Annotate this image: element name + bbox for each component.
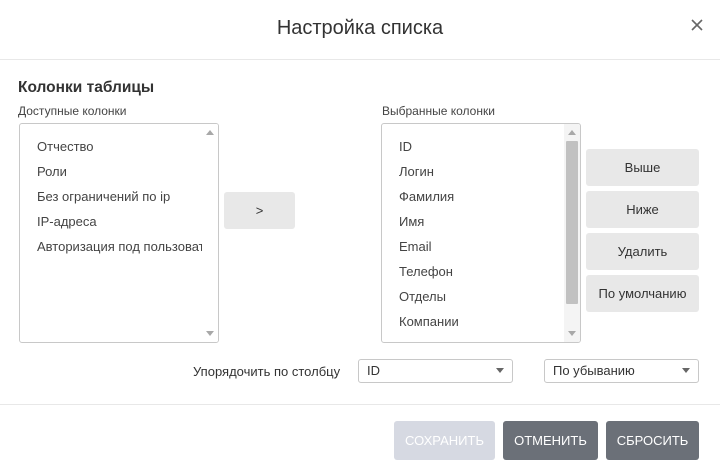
close-button[interactable] xyxy=(686,14,708,36)
move-down-button[interactable]: Ниже xyxy=(586,191,699,228)
available-item[interactable]: Без ограничений по ip xyxy=(20,184,202,209)
arrow-up-icon[interactable] xyxy=(206,130,214,135)
available-item[interactable]: Роли xyxy=(20,159,202,184)
dialog-title: Настройка списка xyxy=(276,17,444,39)
arrow-up-icon[interactable] xyxy=(568,130,576,135)
dialog-header: Настройка списка xyxy=(0,0,720,60)
delete-button[interactable]: Удалить xyxy=(586,233,699,270)
move-up-button[interactable]: Выше xyxy=(586,149,699,186)
order-column-value: ID xyxy=(367,363,380,378)
chevron-down-icon xyxy=(496,368,504,373)
order-direction-select[interactable]: По убыванию xyxy=(544,359,699,383)
section-title: Колонки таблицы xyxy=(18,79,155,96)
selected-item[interactable]: Фамилия xyxy=(382,184,564,209)
arrow-down-icon[interactable] xyxy=(206,331,214,336)
arrow-down-icon[interactable] xyxy=(568,331,576,336)
chevron-down-icon xyxy=(682,368,690,373)
available-columns-list[interactable]: Отчество Роли Без ограничений по ip IP-а… xyxy=(19,123,219,343)
footer-divider xyxy=(0,404,720,405)
selected-item[interactable]: Отделы xyxy=(382,284,564,309)
available-scrollbar[interactable] xyxy=(202,124,218,342)
selected-item[interactable]: Телефон xyxy=(382,259,564,284)
scrollbar-thumb[interactable] xyxy=(566,141,578,304)
order-column-select[interactable]: ID xyxy=(358,359,513,383)
selected-columns-label: Выбранные колонки xyxy=(382,104,495,118)
available-item[interactable]: Отчество xyxy=(20,134,202,159)
selected-item[interactable]: Логин xyxy=(382,159,564,184)
move-right-button[interactable]: > xyxy=(224,192,295,229)
save-button[interactable]: СОХРАНИТЬ xyxy=(394,421,495,460)
selected-item[interactable]: Компании xyxy=(382,309,564,334)
available-item[interactable]: Авторизация под пользователем xyxy=(20,234,202,259)
order-by-label: Упорядочить по столбцу xyxy=(193,364,341,379)
reset-button[interactable]: СБРОСИТЬ xyxy=(606,421,699,460)
selected-columns-list[interactable]: ID Логин Фамилия Имя Email Телефон Отдел… xyxy=(381,123,581,343)
default-button[interactable]: По умолчанию xyxy=(586,275,699,312)
cancel-button[interactable]: ОТМЕНИТЬ xyxy=(503,421,598,460)
available-columns-label: Доступные колонки xyxy=(18,104,127,118)
close-icon xyxy=(691,19,703,31)
selected-item[interactable]: Имя xyxy=(382,209,564,234)
selected-item[interactable]: ID xyxy=(382,134,564,159)
selected-item[interactable]: Email xyxy=(382,234,564,259)
selected-scrollbar[interactable] xyxy=(564,124,580,342)
order-direction-value: По убыванию xyxy=(553,363,635,378)
available-item[interactable]: IP-адреса xyxy=(20,209,202,234)
